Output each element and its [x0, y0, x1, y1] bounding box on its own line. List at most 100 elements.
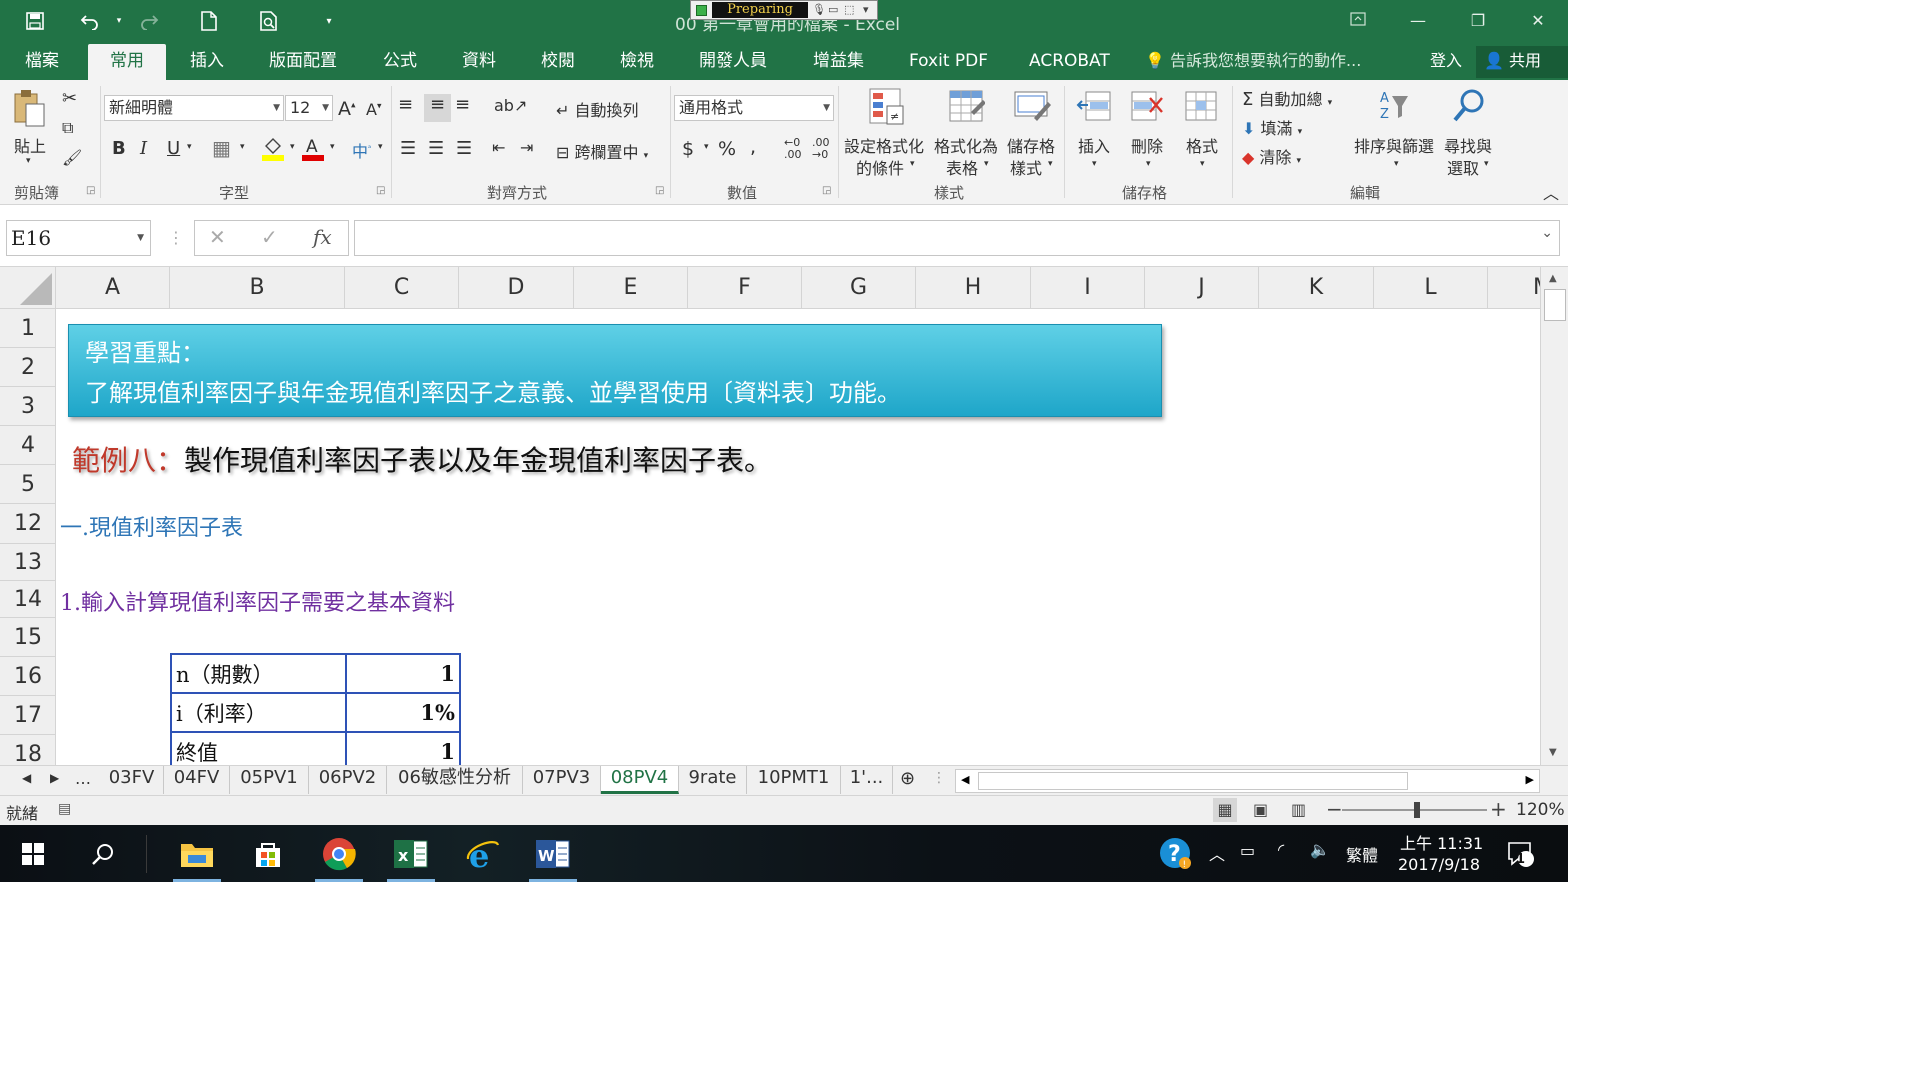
row-header[interactable]: 17: [0, 696, 56, 735]
alignment-launcher-icon[interactable]: ◲: [655, 185, 664, 196]
close-icon[interactable]: ✕: [1513, 6, 1563, 36]
tab-addins[interactable]: 增益集: [813, 44, 864, 80]
restore-icon[interactable]: ❐: [1453, 6, 1503, 36]
splitter-icon[interactable]: ⋮: [932, 770, 946, 786]
column-header[interactable]: D: [459, 267, 574, 309]
zoom-in-icon[interactable]: +: [1490, 797, 1507, 821]
fill-button[interactable]: ⬇ 填滿 ▾: [1242, 115, 1302, 139]
clock-date[interactable]: 2017/9/18: [1398, 855, 1480, 874]
table-cell-value[interactable]: 1%: [345, 692, 461, 733]
share-button[interactable]: 👤 共用: [1476, 46, 1568, 78]
scroll-right-icon[interactable]: ▶: [1526, 773, 1534, 786]
row-header[interactable]: 5: [0, 465, 56, 504]
add-sheet-icon[interactable]: ⊕: [900, 768, 915, 789]
tab-formulas[interactable]: 公式: [383, 44, 417, 80]
tab-insert[interactable]: 插入: [190, 44, 224, 80]
name-box[interactable]: E16 ▼: [6, 220, 151, 256]
underline-button[interactable]: U: [167, 138, 180, 159]
tab-acrobat[interactable]: ACROBAT: [1029, 44, 1110, 80]
align-left-icon[interactable]: ☰: [400, 138, 416, 159]
horizontal-scrollbar[interactable]: ◀ ▶: [955, 769, 1540, 793]
decrease-indent-icon[interactable]: ⇤: [492, 138, 505, 157]
percent-icon[interactable]: %: [718, 138, 736, 160]
align-top-icon[interactable]: ≡: [398, 94, 413, 115]
tab-view[interactable]: 檢視: [620, 44, 654, 80]
scroll-down-icon[interactable]: ▼: [1549, 747, 1557, 758]
row-header[interactable]: 18: [0, 735, 56, 766]
grow-font-icon[interactable]: A▴: [338, 98, 356, 120]
clear-button[interactable]: ◆ 清除 ▾: [1242, 144, 1301, 168]
table-cell-key[interactable]: 終值: [170, 731, 347, 765]
row-header[interactable]: 13: [0, 544, 56, 581]
column-header[interactable]: H: [916, 267, 1031, 309]
clipboard-launcher-icon[interactable]: ◲: [86, 185, 95, 196]
phonetic-guide-icon[interactable]: 中ᵃ: [352, 138, 371, 162]
column-header[interactable]: G: [802, 267, 916, 309]
borders-icon[interactable]: ▦: [212, 136, 231, 160]
camera-icon[interactable]: ▭: [828, 3, 838, 16]
scroll-left-icon[interactable]: ◀: [961, 773, 969, 786]
battery-icon[interactable]: ▭: [1240, 841, 1255, 860]
shrink-font-icon[interactable]: A▾: [366, 100, 381, 119]
copy-icon[interactable]: ⧉: [62, 118, 73, 138]
redo-icon[interactable]: [134, 6, 164, 36]
customize-qat-icon[interactable]: ▾: [314, 6, 344, 36]
internet-explorer-icon[interactable]: e: [462, 833, 504, 875]
tab-file[interactable]: 檔案: [25, 44, 59, 80]
insert-function-icon[interactable]: fx: [313, 225, 332, 249]
sheet-tab[interactable]: 03FV: [100, 766, 164, 794]
font-color-icon[interactable]: A: [302, 136, 324, 166]
align-right-icon[interactable]: ☰: [456, 138, 472, 159]
increase-indent-icon[interactable]: ⇥: [520, 138, 533, 157]
cut-icon[interactable]: ✂: [62, 88, 77, 109]
merge-center-button[interactable]: ⊟ 跨欄置中 ▾: [556, 139, 648, 163]
ribbon-display-icon[interactable]: [1333, 6, 1383, 36]
decrease-decimal-icon[interactable]: .00 →0: [812, 137, 830, 161]
print-preview-icon[interactable]: [254, 6, 284, 36]
scroll-thumb[interactable]: [978, 772, 1408, 790]
worksheet-grid[interactable]: A B C D E F G H I J K L M 1 2 3 4 5 12 1…: [0, 267, 1568, 765]
start-windows-icon[interactable]: [12, 833, 54, 875]
borders-dropdown-icon[interactable]: ▾: [240, 142, 245, 152]
font-size-select[interactable]: 12 ▼: [285, 95, 333, 121]
sheet-tab[interactable]: 06敏感性分析: [387, 766, 523, 794]
currency-icon[interactable]: $: [682, 138, 694, 160]
row-header[interactable]: 2: [0, 348, 56, 387]
column-header[interactable]: B: [170, 267, 345, 309]
cancel-icon[interactable]: ✕: [209, 225, 226, 249]
scroll-thumb[interactable]: [1544, 289, 1566, 321]
scroll-up-icon[interactable]: ▲: [1549, 273, 1557, 284]
tab-data[interactable]: 資料: [462, 44, 496, 80]
font-launcher-icon[interactable]: ◲: [376, 185, 385, 196]
tab-review[interactable]: 校閱: [541, 44, 575, 80]
currency-dropdown-icon[interactable]: ▾: [704, 142, 709, 152]
row-header[interactable]: 1: [0, 309, 56, 348]
autosum-button[interactable]: Σ 自動加總 ▾: [1242, 86, 1332, 110]
next-sheet-icon[interactable]: ▶: [50, 771, 59, 785]
sheet-tab[interactable]: 06PV2: [309, 766, 387, 794]
format-painter-icon[interactable]: 🖌: [62, 148, 82, 167]
row-header[interactable]: 16: [0, 657, 56, 696]
column-header[interactable]: F: [688, 267, 802, 309]
enter-icon[interactable]: ✓: [261, 225, 278, 249]
undo-dropdown-icon[interactable]: ▾: [104, 6, 134, 36]
row-header[interactable]: 4: [0, 426, 56, 465]
row-header[interactable]: 15: [0, 618, 56, 657]
row-header[interactable]: 12: [0, 504, 56, 544]
comma-style-icon[interactable]: ,: [750, 136, 756, 158]
ime-indicator[interactable]: 繁體: [1346, 842, 1378, 866]
font-color-dropdown-icon[interactable]: ▾: [330, 142, 335, 152]
page-layout-view-icon[interactable]: ▣: [1253, 800, 1268, 819]
sheet-tab[interactable]: 1'...: [841, 766, 893, 794]
collapse-ribbon-icon[interactable]: ︿: [1543, 180, 1559, 204]
align-center-icon[interactable]: ☰: [428, 138, 444, 159]
table-cell-key[interactable]: n（期數）: [170, 653, 347, 694]
sheet-tab[interactable]: 04FV: [164, 766, 230, 794]
store-icon[interactable]: [247, 833, 289, 875]
wifi-icon[interactable]: ◜: [1278, 840, 1284, 859]
normal-view-icon[interactable]: ▦: [1213, 798, 1237, 822]
fill-color-icon[interactable]: [262, 136, 284, 166]
file-explorer-icon[interactable]: [176, 833, 218, 875]
align-middle-icon[interactable]: ≡: [424, 94, 451, 122]
tab-developer[interactable]: 開發人員: [699, 44, 767, 80]
